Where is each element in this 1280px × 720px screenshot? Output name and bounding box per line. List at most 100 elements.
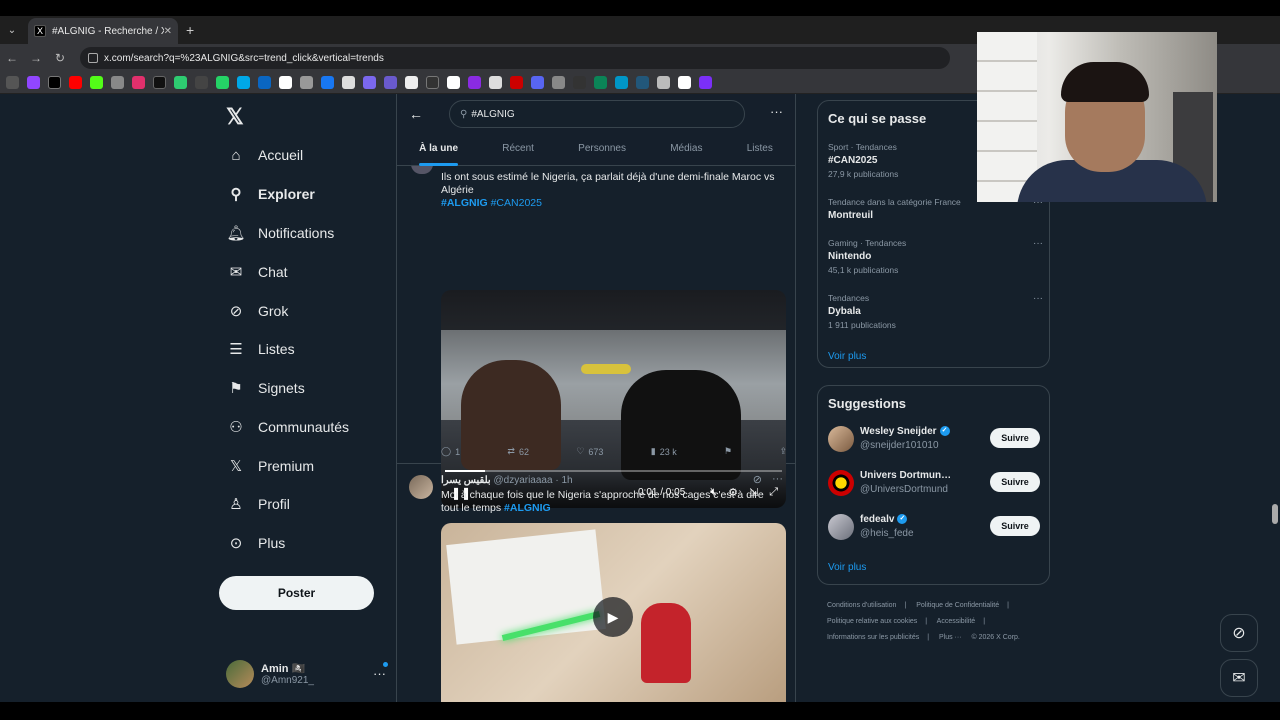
tab-recent[interactable]: Récent bbox=[502, 138, 534, 166]
tab-listes[interactable]: Listes bbox=[747, 138, 773, 166]
bookmark-site-icon[interactable] bbox=[237, 76, 250, 89]
more-dots-icon[interactable]: ··· bbox=[373, 666, 386, 681]
back-arrow-icon[interactable]: ← bbox=[0, 51, 24, 65]
bookmark-whatsapp-icon[interactable] bbox=[216, 76, 229, 89]
tab-medias[interactable]: Médias bbox=[670, 138, 702, 166]
nav-item-signets[interactable]: ⚑ Signets bbox=[226, 375, 304, 401]
bookmark-site-icon[interactable] bbox=[447, 76, 460, 89]
nav-item-premium[interactable]: 𝕏 Premium bbox=[226, 453, 314, 479]
hashtag-link[interactable]: #CAN2025 bbox=[491, 197, 542, 209]
footer-link[interactable]: Accessibilité bbox=[937, 618, 976, 625]
bookmark-site-icon[interactable] bbox=[468, 76, 481, 89]
url-field[interactable]: x.com/search?q=%23ALGNIG&src=trend_click… bbox=[80, 47, 950, 69]
author-handle-time[interactable]: @dzyariaaaa · 1h bbox=[493, 475, 572, 486]
avatar[interactable] bbox=[828, 514, 854, 540]
reload-icon[interactable]: ↻ bbox=[48, 51, 72, 65]
apps-grid-icon[interactable] bbox=[6, 76, 19, 89]
avatar[interactable] bbox=[828, 426, 854, 452]
footer-link[interactable]: Plus ··· bbox=[939, 634, 962, 641]
bookmark-site-icon[interactable] bbox=[657, 76, 670, 89]
nav-item-grok[interactable]: ⊘ Grok bbox=[226, 298, 289, 324]
see-more-link[interactable]: Voir plus bbox=[828, 351, 866, 362]
tweet-video[interactable]: ▶ bbox=[441, 523, 786, 702]
nav-item-chat[interactable]: ✉ Chat bbox=[226, 259, 288, 285]
trend-item[interactable]: Gaming · Tendances Nintendo 45,1 k publi… bbox=[828, 238, 1043, 275]
bookmark-site-icon[interactable] bbox=[615, 76, 628, 89]
tab-close-icon[interactable]: ✕ bbox=[164, 26, 172, 37]
bookmark-site-icon[interactable] bbox=[279, 76, 292, 89]
bookmark-site-icon[interactable] bbox=[300, 76, 313, 89]
hashtag-link[interactable]: #ALGNIG bbox=[504, 502, 551, 514]
suggestion-row[interactable]: Univers Dortmund (CA... @UniversDortmund… bbox=[828, 468, 1040, 500]
suggestion-row[interactable]: Wesley Sneijder ✓ @sneijder101010 Suivre bbox=[828, 424, 1040, 456]
grok-fab-button[interactable]: ⊘ bbox=[1220, 614, 1258, 652]
more-dots-icon[interactable]: ··· bbox=[772, 473, 783, 486]
bookmark-site-icon[interactable] bbox=[384, 76, 397, 89]
messages-fab-button[interactable]: ✉ bbox=[1220, 659, 1258, 697]
bookmark-site-icon[interactable] bbox=[111, 76, 124, 89]
bookmark-site-icon[interactable] bbox=[699, 76, 712, 89]
reply-button[interactable]: ◯ 1 bbox=[441, 446, 460, 457]
follow-button[interactable]: Suivre bbox=[990, 428, 1040, 448]
footer-link[interactable]: Conditions d'utilisation bbox=[827, 602, 896, 609]
nav-item-accueil[interactable]: ⌂ Accueil bbox=[226, 142, 303, 168]
author-name[interactable]: بلقيس يسرا bbox=[441, 475, 491, 486]
footer-link[interactable]: Politique de Confidentialité bbox=[916, 602, 999, 609]
trend-item[interactable]: Tendances Dybala 1 911 publications ··· bbox=[828, 293, 1043, 330]
bookmark-twitch-icon[interactable] bbox=[27, 76, 40, 89]
bookmark-linkedin-icon[interactable] bbox=[258, 76, 271, 89]
bookmark-site-icon[interactable] bbox=[678, 76, 691, 89]
footer-link[interactable]: Politique relative aux cookies bbox=[827, 618, 917, 625]
bookmark-site-icon[interactable] bbox=[405, 76, 418, 89]
bookmark-site-icon[interactable] bbox=[363, 76, 376, 89]
x-logo-icon[interactable]: 𝕏 bbox=[226, 104, 244, 130]
avatar[interactable] bbox=[828, 470, 854, 496]
nav-item-explorer[interactable]: ⚲ Explorer bbox=[226, 181, 315, 207]
bookmark-instagram-icon[interactable] bbox=[132, 76, 145, 89]
bookmark-site-icon[interactable] bbox=[174, 76, 187, 89]
scrollbar-thumb[interactable] bbox=[1272, 504, 1278, 524]
tab-personnes[interactable]: Personnes bbox=[578, 138, 626, 166]
follow-button[interactable]: Suivre bbox=[990, 516, 1040, 536]
nav-item-communautes[interactable]: ⚇ Communautés bbox=[226, 414, 349, 440]
bookmark-site-icon[interactable] bbox=[426, 76, 439, 89]
bookmark-youtube-icon[interactable] bbox=[69, 76, 82, 89]
tweet[interactable]: Ils ont sous estimé le Nigeria, ça parla… bbox=[397, 160, 795, 508]
nav-item-plus[interactable]: ⊙ Plus bbox=[226, 530, 286, 556]
bookmark-site-icon[interactable] bbox=[342, 76, 355, 89]
grok-icon[interactable]: ⊘ bbox=[753, 473, 762, 486]
bookmark-button[interactable]: ⚑ bbox=[724, 446, 732, 457]
bookmark-kick-icon[interactable] bbox=[90, 76, 103, 89]
search-input[interactable]: ⚲ #ALGNIG bbox=[449, 100, 745, 128]
share-button[interactable]: ⇪ bbox=[779, 446, 787, 457]
tweet[interactable]: بلقيس يسرا @dzyariaaaa · 1h ⊘ ··· Moi à … bbox=[397, 465, 795, 702]
more-dots-icon[interactable]: ··· bbox=[770, 104, 783, 119]
bookmark-site-icon[interactable] bbox=[573, 76, 586, 89]
hashtag-link[interactable]: #ALGNIG bbox=[441, 197, 488, 209]
bookmark-site-icon[interactable] bbox=[489, 76, 502, 89]
bookmark-site-icon[interactable] bbox=[321, 76, 334, 89]
bookmark-tiktok-icon[interactable] bbox=[153, 76, 166, 89]
tab-search-chevron-icon[interactable]: ⌄ bbox=[0, 18, 24, 42]
bookmark-site-icon[interactable] bbox=[195, 76, 208, 89]
bookmark-site-icon[interactable] bbox=[552, 76, 565, 89]
more-dots-icon[interactable]: ··· bbox=[1033, 238, 1043, 249]
avatar[interactable] bbox=[409, 475, 433, 499]
play-icon[interactable]: ▶ bbox=[593, 597, 633, 637]
see-more-link[interactable]: Voir plus bbox=[828, 562, 866, 573]
bookmark-site-icon[interactable] bbox=[636, 76, 649, 89]
tab-a-la-une[interactable]: À la une bbox=[419, 138, 458, 166]
retweet-button[interactable]: ⇄ 62 bbox=[507, 446, 529, 457]
nav-item-profil[interactable]: ♙ Profil bbox=[226, 491, 290, 517]
new-tab-button[interactable]: + bbox=[186, 22, 194, 38]
bookmark-x-icon[interactable] bbox=[48, 76, 61, 89]
footer-link[interactable]: Informations sur les publicités bbox=[827, 634, 919, 641]
follow-button[interactable]: Suivre bbox=[990, 472, 1040, 492]
views-button[interactable]: ▮ 23 k bbox=[651, 446, 677, 457]
more-dots-icon[interactable]: ··· bbox=[1033, 293, 1043, 304]
browser-tab[interactable]: X #ALGNIG - Recherche / X ✕ bbox=[28, 18, 178, 44]
site-info-icon[interactable] bbox=[88, 53, 98, 63]
back-arrow-icon[interactable]: ← bbox=[409, 106, 423, 122]
forward-arrow-icon[interactable]: → bbox=[24, 51, 48, 65]
bookmark-site-icon[interactable] bbox=[510, 76, 523, 89]
